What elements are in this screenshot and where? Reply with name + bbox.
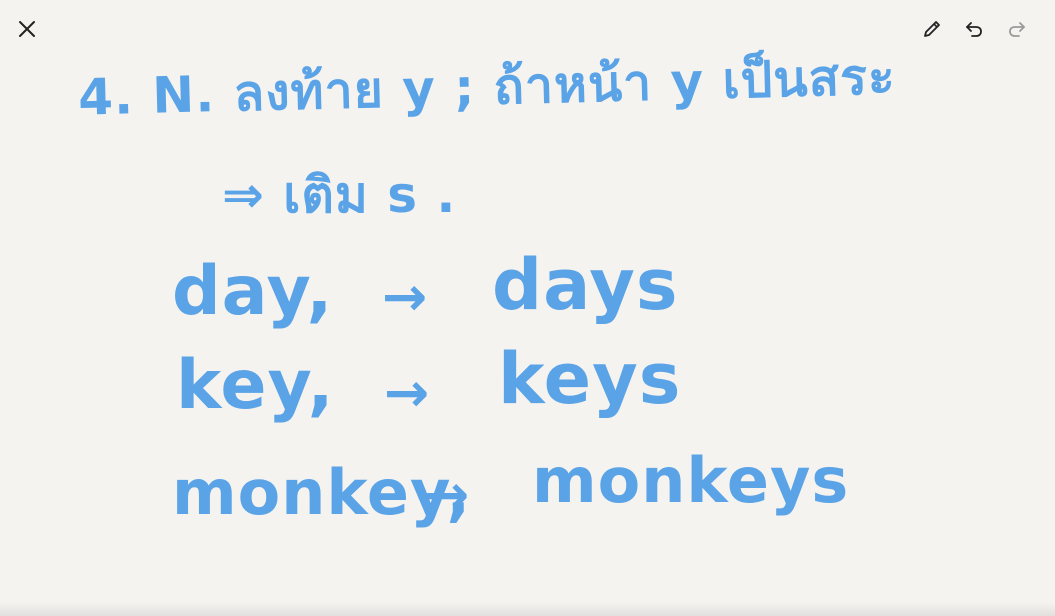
example-arrow-monkey: → [424, 463, 471, 526]
handwriting-canvas[interactable]: 4. N. ลงท้าย y ; ถ้าหน้า y เป็นสระ ⇒ เติ… [0, 0, 1055, 616]
example-plural-days: days [492, 244, 679, 326]
example-arrow-key: → [384, 361, 431, 424]
example-arrow-day: → [382, 265, 429, 328]
bottom-edge-shadow [0, 602, 1055, 616]
example-singular-key: key, [176, 346, 335, 425]
example-singular-day: day, [172, 252, 334, 331]
example-plural-monkeys: monkeys [532, 444, 850, 517]
example-plural-keys: keys [498, 338, 682, 420]
rule-title: 4. N. ลงท้าย y ; ถ้าหน้า y เป็นสระ [77, 47, 897, 127]
rule-action: ⇒ เติม s . [222, 166, 457, 224]
